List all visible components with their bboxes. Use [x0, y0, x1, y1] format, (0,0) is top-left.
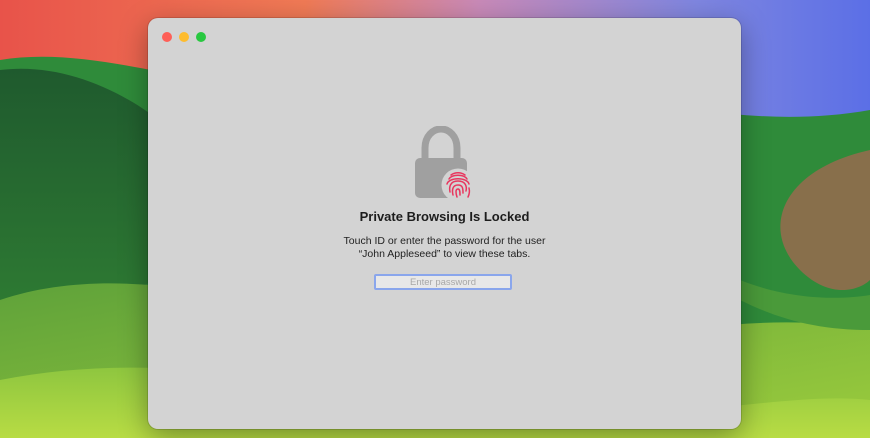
- lock-title: Private Browsing Is Locked: [359, 209, 530, 224]
- window-controls: [162, 32, 206, 42]
- close-button[interactable]: [162, 32, 172, 42]
- zoom-button[interactable]: [196, 32, 206, 42]
- fingerprint-icon: [441, 168, 475, 202]
- lock-illustration: [411, 125, 479, 202]
- lock-message-line-1: Touch ID or enter the password for the u…: [343, 235, 546, 247]
- lock-message: Touch ID or enter the password for the u…: [148, 235, 741, 261]
- lock-message-line-2: “John Appleseed” to view these tabs.: [358, 248, 531, 260]
- browser-window: Private Browsing Is Locked Touch ID or e…: [148, 18, 741, 429]
- desktop: Private Browsing Is Locked Touch ID or e…: [0, 0, 870, 438]
- password-input[interactable]: [374, 274, 512, 290]
- minimize-button[interactable]: [179, 32, 189, 42]
